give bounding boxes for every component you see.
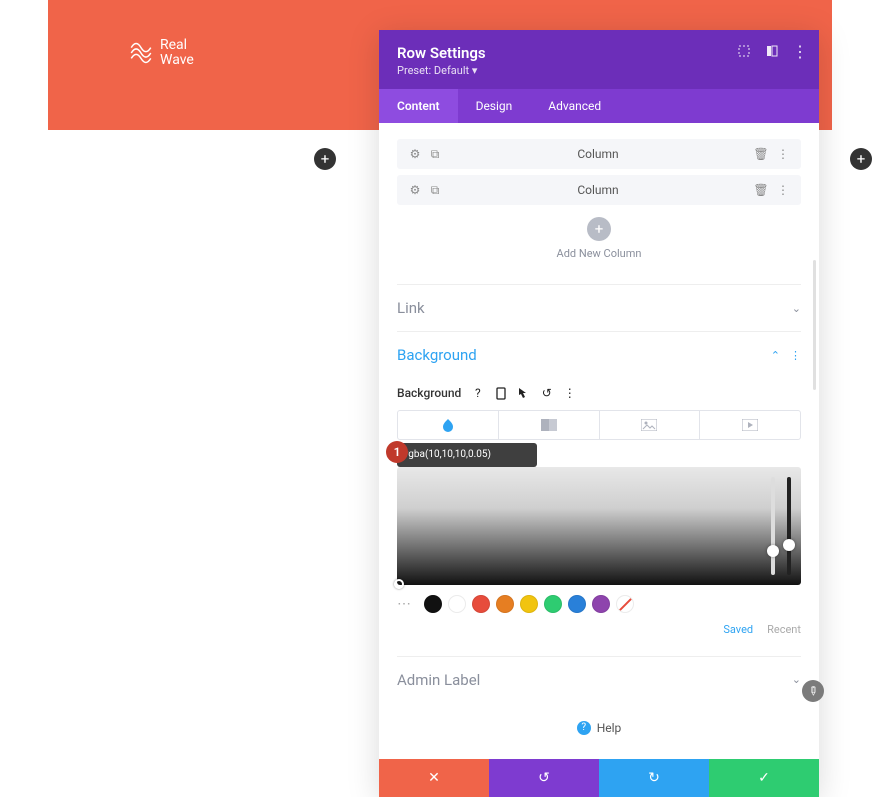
gear-icon[interactable]: ⚙ (409, 148, 421, 160)
save-button[interactable]: ✓ (709, 759, 819, 797)
panel-footer: ✕ ↺ ↻ ✓ (379, 759, 819, 797)
panel-header: Row Settings Preset: Default ▾ ⋮ (379, 30, 819, 89)
more-vertical-icon[interactable]: ⋮ (777, 148, 789, 160)
section-background[interactable]: Background ⌃ ⋮ (397, 331, 801, 378)
bg-tab-video[interactable] (699, 410, 801, 440)
more-vertical-icon[interactable]: ⋮ (777, 184, 789, 196)
color-picker: 1 ✓ ⋯ (397, 442, 801, 636)
step-badge: 1 (386, 441, 408, 463)
panel-preset[interactable]: Preset: Default ▾ (397, 64, 801, 77)
color-value-input[interactable] (397, 449, 537, 460)
swatch-yellow[interactable] (520, 595, 538, 613)
color-input-row: ✓ (397, 443, 537, 467)
add-column-label: Add New Column (397, 247, 801, 260)
alpha-slider[interactable] (771, 477, 775, 575)
layout-icon[interactable] (765, 44, 779, 58)
swatch-black[interactable] (424, 595, 442, 613)
column-label: Column (441, 183, 755, 197)
background-toolbar: Background ? ↺ ⋮ (397, 378, 801, 410)
phone-icon[interactable] (494, 387, 507, 400)
add-module-right[interactable]: + (850, 148, 872, 170)
tab-design[interactable]: Design (458, 89, 531, 123)
swatch-tabs: Saved Recent (397, 623, 801, 636)
add-column-button[interactable]: + (587, 217, 611, 241)
add-module-left[interactable]: + (314, 148, 336, 170)
swatch-none[interactable] (616, 595, 634, 613)
swatch-purple[interactable] (592, 595, 610, 613)
row-settings-panel: Row Settings Preset: Default ▾ ⋮ Content… (379, 30, 819, 797)
swatch-red[interactable] (472, 595, 490, 613)
trash-icon[interactable]: 🗑 (755, 148, 767, 160)
swatch-orange[interactable] (496, 595, 514, 613)
swatch-tab-saved[interactable]: Saved (723, 623, 753, 636)
hover-icon[interactable] (517, 387, 530, 400)
picker-cursor[interactable] (394, 579, 404, 589)
column-row[interactable]: ⚙ ⧉ Column 🗑 ⋮ (397, 175, 801, 205)
site-logo: Real Wave (128, 38, 194, 69)
column-row[interactable]: ⚙ ⧉ Column 🗑 ⋮ (397, 139, 801, 169)
hue-slider[interactable] (787, 477, 791, 575)
reset-icon[interactable]: ↺ (540, 387, 553, 400)
more-vertical-icon[interactable]: ⋮ (790, 349, 801, 362)
swatch-row: ⋯ (397, 595, 801, 613)
scrollbar[interactable] (813, 260, 816, 390)
panel-tabs: Content Design Advanced (379, 89, 819, 123)
swatch-more-icon[interactable]: ⋯ (397, 596, 412, 612)
expand-icon[interactable] (737, 44, 751, 58)
section-link[interactable]: Link ⌄ (397, 284, 801, 331)
chevron-down-icon: ⌄ (792, 673, 801, 686)
chevron-down-icon: ▾ (472, 64, 478, 77)
help-icon[interactable]: ? (471, 387, 484, 400)
swatch-green[interactable] (544, 595, 562, 613)
color-gradient-area[interactable] (397, 467, 801, 585)
tab-content[interactable]: Content (379, 89, 458, 123)
trash-icon[interactable]: 🗑 (755, 184, 767, 196)
background-label: Background (397, 386, 461, 400)
swatch-tab-recent[interactable]: Recent (767, 623, 801, 636)
more-vertical-icon[interactable]: ⋮ (563, 387, 576, 400)
gear-icon[interactable]: ⚙ (409, 184, 421, 196)
logo-line2: Wave (160, 53, 194, 68)
chevron-down-icon: ⌄ (792, 302, 801, 315)
wave-logo-icon (128, 40, 154, 66)
bg-tab-gradient[interactable] (498, 410, 600, 440)
section-admin-label[interactable]: Admin Label ⌄ (397, 656, 801, 703)
panel-body: ⚙ ⧉ Column 🗑 ⋮ ⚙ ⧉ Column 🗑 ⋮ + Add New … (379, 123, 819, 759)
column-label: Column (441, 147, 755, 161)
tab-advanced[interactable]: Advanced (530, 89, 619, 123)
cancel-button[interactable]: ✕ (379, 759, 489, 797)
duplicate-icon[interactable]: ⧉ (429, 184, 441, 196)
swatch-blue[interactable] (568, 595, 586, 613)
bg-tab-color[interactable] (397, 410, 499, 440)
help-link[interactable]: ? Help (397, 703, 801, 749)
bg-tab-image[interactable] (599, 410, 701, 440)
swatch-white[interactable] (448, 595, 466, 613)
more-vertical-icon[interactable]: ⋮ (793, 44, 807, 58)
logo-line1: Real (160, 38, 194, 53)
duplicate-icon[interactable]: ⧉ (429, 148, 441, 160)
background-type-tabs (397, 410, 801, 440)
undo-button[interactable]: ↺ (489, 759, 599, 797)
chevron-up-icon: ⌃ (771, 349, 780, 362)
redo-button[interactable]: ↻ (599, 759, 709, 797)
